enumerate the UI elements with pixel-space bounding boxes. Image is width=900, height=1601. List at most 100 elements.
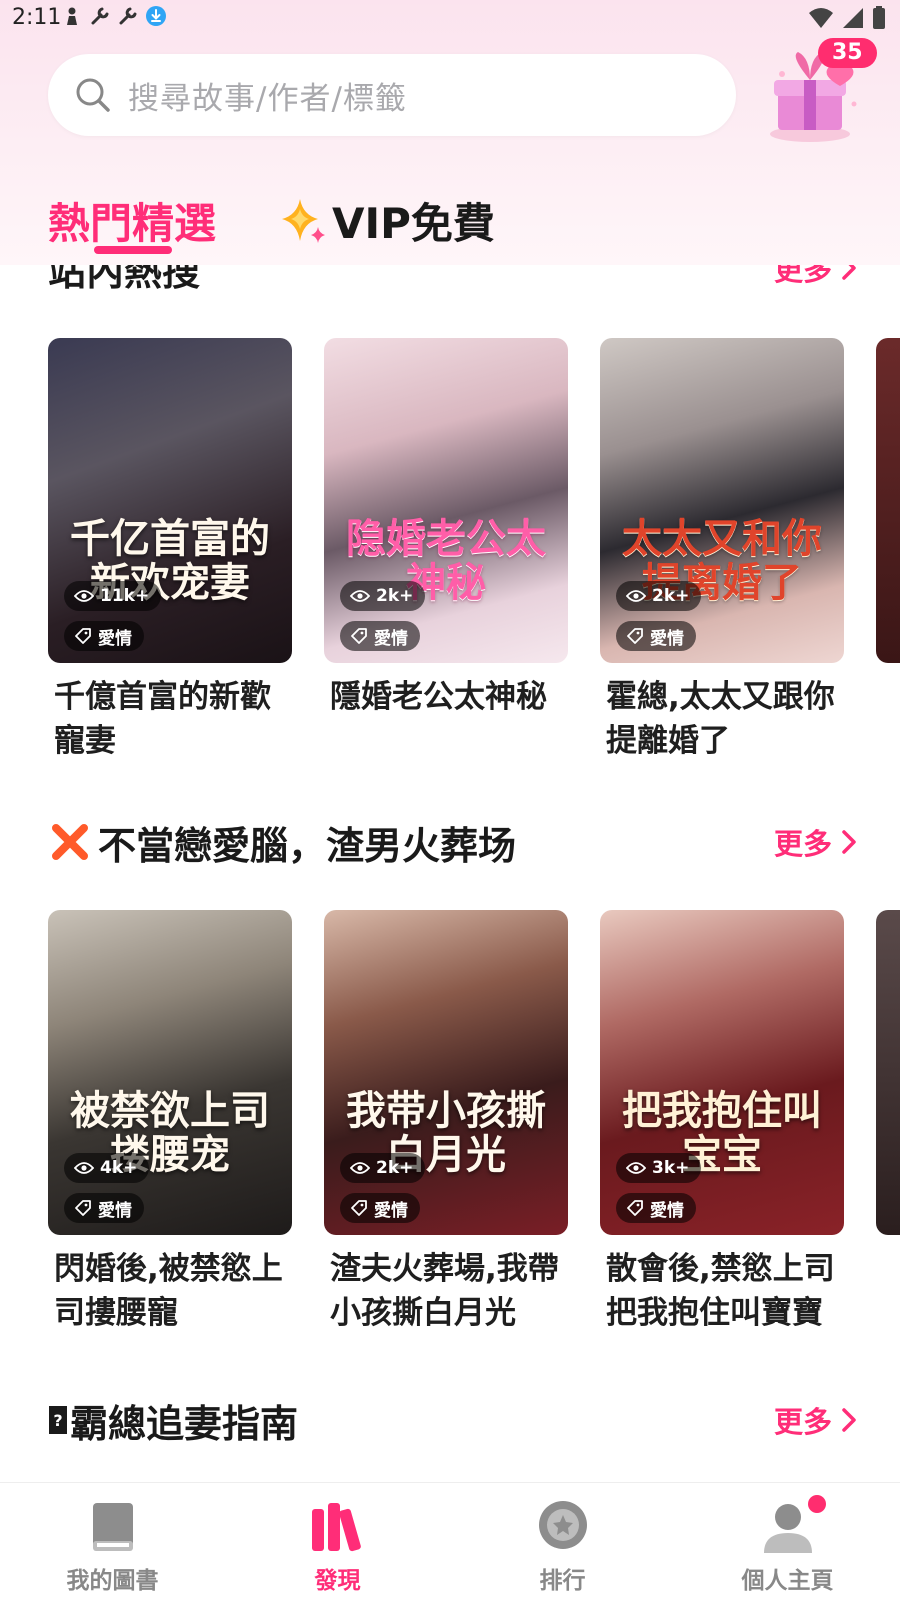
tag-icon (75, 628, 91, 644)
book-row-hot-search: 千亿首富的新欢宠妻 11k+ 愛情 千億首富的新歡寵妻 隐婚老公太神秘 2k+ (48, 338, 900, 778)
search-icon (76, 78, 110, 112)
rank-medal-icon (538, 1501, 587, 1549)
views-badge: 2k+ (616, 581, 702, 611)
book-row-scumbag: 被禁欲上司搂腰宠 4k+ 愛情 閃婚後,被禁慾上司摟腰寵 我带小孩撕白月光 2k… (48, 910, 900, 1350)
nav-label: 排行 (539, 1568, 586, 1594)
nav-ranking[interactable]: 排行 (450, 1483, 675, 1601)
missing-glyph-icon: ? (49, 1406, 67, 1434)
nav-label: 我的圖書 (66, 1568, 159, 1594)
status-icons-left (62, 6, 166, 26)
wifi-icon (809, 8, 833, 28)
section-title: ? 霸總追妻指南 (48, 1393, 298, 1448)
cross-icon (52, 824, 88, 860)
book-card[interactable]: 被禁欲上司搂腰宠 4k+ 愛情 閃婚後,被禁慾上司摟腰寵 (48, 910, 292, 1335)
views-count: 4k+ (100, 1158, 138, 1178)
views-count: 3k+ (652, 1158, 690, 1178)
more-button[interactable]: 更多 (774, 821, 858, 863)
tab-vip-free[interactable]: VIP免費 (278, 190, 495, 251)
wrench-icon (91, 7, 109, 25)
book-title[interactable]: 霍總,太太又跟你提離婚了 (600, 675, 844, 763)
genre-label: 愛情 (650, 628, 684, 649)
genre-tag: 愛情 (340, 621, 420, 651)
eye-icon (626, 1162, 646, 1174)
book-card[interactable]: 把我抱住叫宝宝 3k+ 愛情 散會後,禁慾上司把我抱住叫寶寶 (600, 910, 844, 1335)
person-icon (67, 7, 77, 25)
book-icon (92, 1503, 133, 1551)
genre-label: 愛情 (98, 628, 132, 649)
status-time: 2:11 (12, 5, 62, 30)
book-cover[interactable] (876, 910, 900, 1235)
book-card[interactable]: 我带小孩撕白月光 2k+ 愛情 渣夫火葬場,我帶小孩撕白月光 (324, 910, 568, 1335)
section-title-text: 不當戀愛腦，渣男火葬场 (98, 823, 517, 868)
nav-label: 個人主頁 (741, 1568, 834, 1594)
genre-label: 愛情 (374, 628, 408, 649)
bookshelf-icon (311, 1503, 361, 1552)
tag-icon (627, 628, 643, 644)
battery-icon (873, 6, 885, 29)
nav-label: 發現 (314, 1568, 361, 1594)
nav-my-library[interactable]: 我的圖書 (0, 1483, 225, 1601)
views-badge: 3k+ (616, 1153, 702, 1183)
book-cover[interactable]: 我带小孩撕白月光 2k+ 愛情 (324, 910, 568, 1235)
eye-icon (350, 590, 370, 602)
nav-discover[interactable]: 發現 (225, 1483, 450, 1601)
book-card[interactable]: 太太又和你提离婚了 2k+ 愛情 霍總,太太又跟你提離婚了 (600, 338, 844, 763)
genre-tag: 愛情 (616, 621, 696, 651)
book-cover[interactable]: 千亿首富的新欢宠妻 11k+ 愛情 (48, 338, 292, 663)
more-button[interactable]: 更多 (774, 1399, 858, 1441)
book-card[interactable]: 隐婚老公太神秘 2k+ 愛情 隱婚老公太神秘 (324, 338, 568, 719)
status-icons-right (808, 6, 886, 30)
genre-tag: 愛情 (616, 1193, 696, 1223)
views-count: 2k+ (376, 586, 414, 606)
chevron-right-icon (842, 1408, 856, 1432)
book-card[interactable]: 千亿首富的新欢宠妻 11k+ 愛情 千億首富的新歡寵妻 (48, 338, 292, 763)
eye-icon (74, 590, 94, 602)
signal-icon (843, 8, 863, 28)
book-cover[interactable]: 把我抱住叫宝宝 3k+ 愛情 (600, 910, 844, 1235)
chevron-right-icon (842, 830, 856, 854)
genre-label: 愛情 (650, 1200, 684, 1221)
section-title: 不當戀愛腦，渣男火葬场 (48, 815, 516, 870)
section-title-text: 霸總追妻指南 (70, 1401, 299, 1446)
book-cover[interactable] (876, 338, 900, 663)
book-cover[interactable]: 被禁欲上司搂腰宠 4k+ 愛情 (48, 910, 292, 1235)
genre-label: 愛情 (374, 1200, 408, 1221)
bottom-navigation: 我的圖書 發現 排行 個人主頁 (0, 1482, 900, 1601)
section-header-ceo: ? 霸總追妻指南 更多 (48, 1390, 858, 1450)
book-title[interactable]: 閃婚後,被禁慾上司摟腰寵 (48, 1247, 292, 1335)
book-card-partial[interactable] (876, 338, 900, 663)
more-label: 更多 (773, 827, 832, 861)
nav-profile[interactable]: 個人主頁 (675, 1483, 900, 1601)
book-card-partial[interactable] (876, 910, 900, 1235)
search-bar[interactable]: 搜尋故事/作者/標籤 (48, 54, 736, 136)
tag-icon (627, 1200, 643, 1216)
sparkle-icon (282, 198, 326, 243)
gift-count-badge: 35 (818, 38, 877, 68)
book-cover[interactable]: 隐婚老公太神秘 2k+ 愛情 (324, 338, 568, 663)
views-badge: 2k+ (340, 1153, 426, 1183)
tag-icon (351, 628, 367, 644)
eye-icon (626, 590, 646, 602)
genre-tag: 愛情 (64, 1193, 144, 1223)
views-count: 2k+ (652, 586, 690, 606)
book-title[interactable]: 散會後,禁慾上司把我抱住叫寶寶 (600, 1247, 844, 1335)
tab-active-indicator (94, 246, 172, 254)
tag-icon (351, 1200, 367, 1216)
views-badge: 11k+ (64, 581, 162, 611)
section-header-scumbag: 不當戀愛腦，渣男火葬场 更多 (48, 812, 858, 872)
views-badge: 2k+ (340, 581, 426, 611)
tab-label: 熱門精選 (48, 199, 217, 248)
book-title[interactable]: 隱婚老公太神秘 (324, 675, 568, 719)
eye-icon (350, 1162, 370, 1174)
more-label: 更多 (773, 1405, 832, 1439)
book-cover[interactable]: 太太又和你提离婚了 2k+ 愛情 (600, 338, 844, 663)
book-title[interactable]: 千億首富的新歡寵妻 (48, 675, 292, 763)
top-tabs: 熱門精選 VIP免費 (48, 190, 495, 254)
book-title[interactable]: 渣夫火葬場,我帶小孩撕白月光 (324, 1247, 568, 1335)
views-badge: 4k+ (64, 1153, 150, 1183)
tab-hot-picks[interactable]: 熱門精選 (48, 190, 217, 254)
notification-dot (807, 1495, 826, 1513)
eye-icon (74, 1162, 94, 1174)
tab-label: VIP免費 (332, 199, 495, 248)
genre-tag: 愛情 (64, 621, 144, 651)
